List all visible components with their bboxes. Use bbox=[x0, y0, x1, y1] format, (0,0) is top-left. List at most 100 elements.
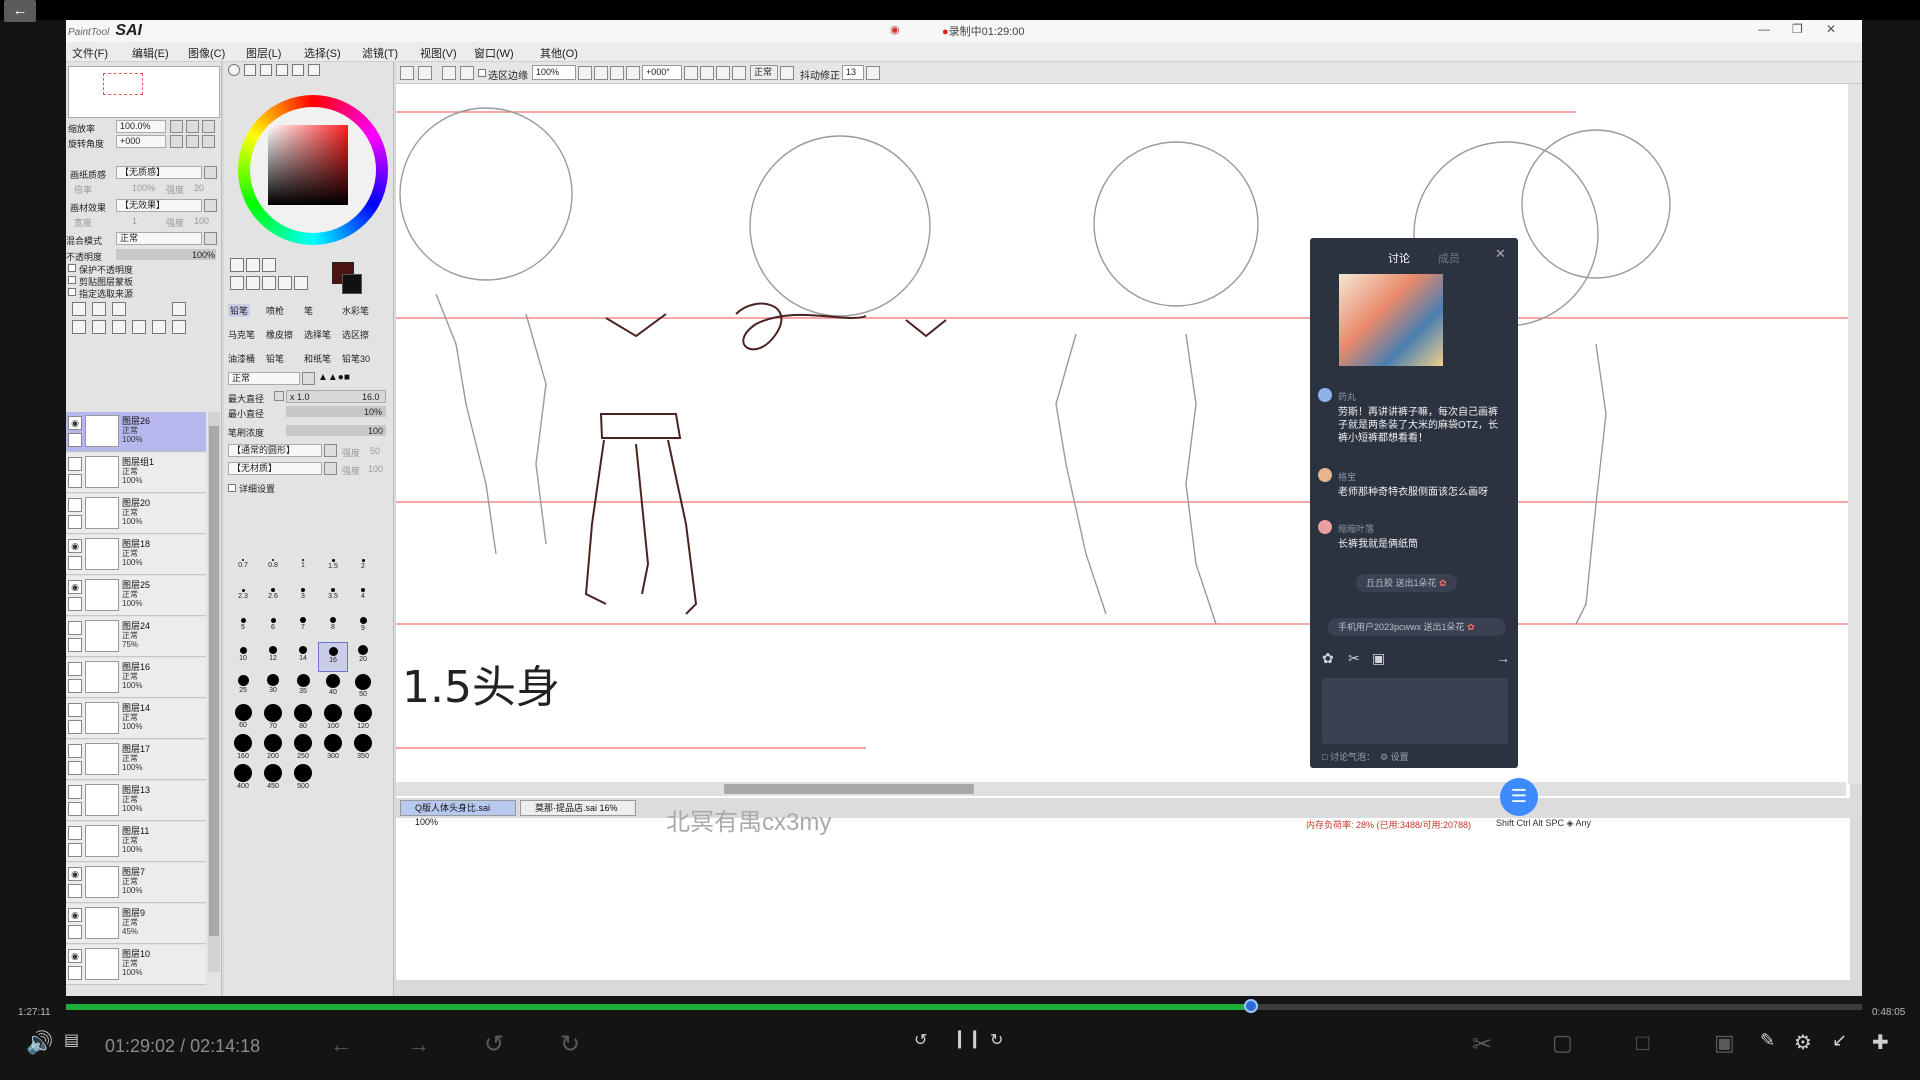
rotate-left-icon[interactable] bbox=[684, 66, 698, 80]
brush-size-option[interactable]: 2 bbox=[348, 552, 378, 582]
fast-forward-icon[interactable]: ↻ bbox=[990, 1030, 1003, 1050]
brush-size-option[interactable]: 0.7 bbox=[228, 552, 258, 582]
brush-tool-tab[interactable]: 选择笔 bbox=[304, 328, 331, 341]
scissors-icon[interactable]: ✂ bbox=[1348, 650, 1360, 667]
brush-size-option[interactable]: 4 bbox=[348, 582, 378, 612]
effect-dropdown-button[interactable] bbox=[204, 199, 217, 212]
menu-filter[interactable]: 滤镜(T) bbox=[362, 45, 398, 61]
eye-icon[interactable]: ◉ bbox=[68, 867, 82, 881]
brush-size-option[interactable]: 200 bbox=[258, 732, 288, 762]
brush-size-option[interactable]: 35 bbox=[288, 672, 318, 702]
shared-image[interactable] bbox=[1339, 274, 1443, 366]
brush-size-option[interactable]: 7 bbox=[288, 612, 318, 642]
brush-size-option[interactable]: 160 bbox=[228, 732, 258, 762]
hand-tool-icon[interactable] bbox=[278, 276, 292, 290]
rewind-icon[interactable]: ↺ bbox=[914, 1030, 927, 1050]
file-tab[interactable]: 莫那·提品店.sai 16% bbox=[520, 800, 636, 816]
zoom-in-button[interactable] bbox=[186, 120, 199, 133]
layer-row[interactable]: 图层14 正常 100% bbox=[66, 699, 206, 739]
rotate-right-icon[interactable] bbox=[700, 66, 714, 80]
menu-file[interactable]: 文件(F) bbox=[72, 45, 108, 61]
angle-field[interactable]: +000 bbox=[116, 135, 166, 148]
brush-tool-tab[interactable]: 橡皮擦 bbox=[266, 328, 293, 341]
comment-icon[interactable]: □ bbox=[1636, 1030, 1649, 1056]
brush-size-option[interactable]: 350 bbox=[348, 732, 378, 762]
exit-fullscreen-icon[interactable]: ✚ bbox=[1872, 1030, 1889, 1055]
flatten-icon[interactable] bbox=[172, 320, 186, 334]
layer-row[interactable]: ◉ 图层7 正常 100% bbox=[66, 863, 206, 903]
selection-source-checkbox[interactable] bbox=[68, 288, 76, 296]
progress-bar[interactable] bbox=[66, 999, 1862, 1013]
lock-toggle[interactable] bbox=[68, 433, 82, 447]
layer-row[interactable]: ◉ 图层25 正常 100% bbox=[66, 576, 206, 616]
brush-mode-dropdown[interactable] bbox=[302, 372, 315, 385]
brush-size-option[interactable]: 25 bbox=[228, 672, 258, 702]
brush-tool-tab[interactable]: 油漆桶 bbox=[228, 352, 255, 365]
menu-window[interactable]: 窗口(W) bbox=[474, 45, 514, 61]
scissors-icon[interactable]: ✂ bbox=[1472, 1030, 1492, 1059]
brush-size-option[interactable]: 300 bbox=[318, 732, 348, 762]
pen-icon[interactable]: ✎ bbox=[1760, 1030, 1775, 1051]
layer-row[interactable]: 图层13 正常 100% bbox=[66, 781, 206, 821]
canvas-horizontal-scrollbar[interactable] bbox=[396, 782, 1846, 796]
shrink-icon[interactable]: ↙ bbox=[1832, 1030, 1847, 1051]
lock-toggle[interactable] bbox=[68, 843, 82, 857]
saturation-value-square[interactable] bbox=[268, 125, 348, 205]
trash-icon[interactable] bbox=[132, 320, 146, 334]
brush-size-option[interactable]: 16 bbox=[318, 642, 348, 672]
screen-mode-icon[interactable]: ▣ bbox=[1714, 1030, 1735, 1056]
send-arrow-icon[interactable]: → bbox=[1496, 650, 1510, 666]
clear-layer-icon[interactable] bbox=[112, 320, 126, 334]
menu-layer[interactable]: 图层(L) bbox=[246, 45, 281, 61]
stabilizer-field[interactable]: 13 bbox=[842, 65, 864, 80]
brush-texture-dropdown[interactable] bbox=[324, 462, 337, 475]
brush-tool-tab[interactable]: 笔 bbox=[304, 304, 313, 317]
drawing-canvas[interactable]: 1.5头身 bbox=[396, 84, 1850, 980]
lock-toggle[interactable] bbox=[68, 720, 82, 734]
eye-icon[interactable]: ◉ bbox=[68, 908, 82, 922]
deselect-icon[interactable] bbox=[442, 66, 456, 80]
lock-toggle[interactable] bbox=[68, 474, 82, 488]
video-frame[interactable]: PaintTool SAI ◉ ●录制中01:29:00 — ❐ ✕ 文件(F) … bbox=[66, 20, 1862, 996]
lock-toggle[interactable] bbox=[68, 679, 82, 693]
chat-bubble-button[interactable]: ☰ bbox=[1500, 778, 1538, 816]
stabilizer-dropdown-icon[interactable] bbox=[866, 66, 880, 80]
menu-select[interactable]: 选择(S) bbox=[304, 45, 341, 61]
redo-icon[interactable] bbox=[418, 66, 432, 80]
lock-toggle[interactable] bbox=[68, 966, 82, 980]
progress-knob[interactable] bbox=[1244, 999, 1259, 1013]
layer-row[interactable]: 图层11 正常 100% bbox=[66, 822, 206, 862]
rotate-reset-icon[interactable] bbox=[716, 66, 730, 80]
new-layer-icon[interactable] bbox=[72, 302, 86, 316]
clip-mask-checkbox[interactable] bbox=[68, 276, 76, 284]
brush-size-option[interactable]: 12 bbox=[258, 642, 288, 672]
lock-toggle[interactable] bbox=[68, 515, 82, 529]
minimize-icon[interactable]: — bbox=[1758, 22, 1770, 36]
zoom-fit-icon[interactable] bbox=[626, 66, 640, 80]
eye-hidden-icon[interactable] bbox=[68, 703, 82, 717]
layer-row[interactable]: 图层16 正常 100% bbox=[66, 658, 206, 698]
brush-size-option[interactable]: 0.8 bbox=[258, 552, 288, 582]
brush-tool-tab[interactable]: 水彩笔 bbox=[342, 304, 369, 317]
menu-view[interactable]: 视图(V) bbox=[420, 45, 457, 61]
brush-size-option[interactable]: 120 bbox=[348, 702, 378, 732]
layer-row[interactable]: 图层24 正常 75% bbox=[66, 617, 206, 657]
brush-size-option[interactable]: 50 bbox=[348, 672, 378, 702]
rgb-slider-tab-icon[interactable] bbox=[244, 64, 256, 76]
selection-edge-checkbox[interactable] bbox=[478, 69, 486, 77]
brush-size-option[interactable]: 100 bbox=[318, 702, 348, 732]
blend-select[interactable]: 正常 bbox=[116, 232, 202, 245]
brush-size-option[interactable]: 6 bbox=[258, 612, 288, 642]
effect-select[interactable]: 【无效果】 bbox=[116, 199, 202, 212]
rect-select-icon[interactable] bbox=[230, 258, 244, 272]
brush-size-option[interactable]: 70 bbox=[258, 702, 288, 732]
menu-edit[interactable]: 编辑(E) bbox=[132, 45, 169, 61]
brush-size-option[interactable]: 2.6 bbox=[258, 582, 288, 612]
brush-size-option[interactable]: 3 bbox=[288, 582, 318, 612]
brush-tool-tab[interactable]: 和纸笔 bbox=[304, 352, 331, 365]
rewind-5-icon[interactable]: ↺ bbox=[484, 1030, 504, 1059]
undo-icon[interactable] bbox=[400, 66, 414, 80]
copy-layer-icon[interactable] bbox=[92, 320, 106, 334]
eye-hidden-icon[interactable] bbox=[68, 621, 82, 635]
gear-icon[interactable]: ⚙ bbox=[1794, 1030, 1812, 1055]
